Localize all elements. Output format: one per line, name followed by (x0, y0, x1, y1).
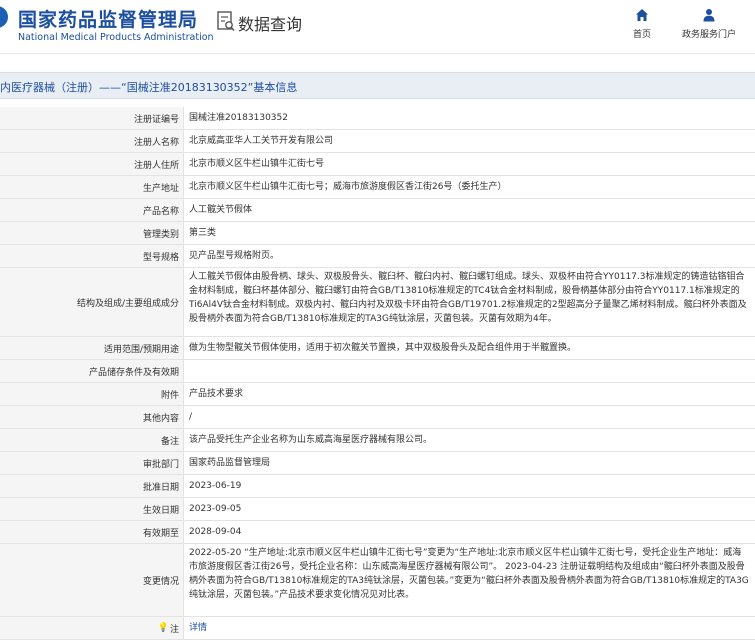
section-title: 内医疗器械（注册）——“国械注准20183130352”基本信息 (0, 81, 298, 94)
nav-service-portal-label: 政务服务门户 (681, 30, 736, 40)
section-title-bar: 内医疗器械（注册）——“国械注准20183130352”基本信息 (0, 72, 755, 99)
row-label: 结构及组成/主要组成成分 (0, 268, 184, 336)
row-value: 人工髋关节假体 (189, 199, 749, 221)
detail-row: 生效日期 2023-09-05 (0, 498, 755, 521)
details-link[interactable]: 详情 (189, 621, 207, 635)
row-value-text: 2023-06-19 (189, 481, 242, 491)
detail-row: 产品名称 人工髋关节假体 (0, 199, 755, 222)
row-label: 审批部门 (0, 452, 184, 474)
row-label: 批准日期 (0, 475, 184, 497)
row-value-text: 产品技术要求 (189, 389, 244, 399)
nav-home-label: 首页 (632, 30, 651, 40)
row-value: 北京市顺义区牛栏山镇牛汇街七号；威海市旅游度假区香江街26号（委托生产） (189, 176, 749, 198)
row-label: 管理类别 (0, 222, 184, 244)
row-value: / (189, 406, 749, 428)
detail-row: 备注 该产品受托生产企业名称为山东威高海星医疗器械有限公司。 (0, 429, 755, 452)
row-label: 注册人住所 (0, 153, 184, 175)
lightbulb-icon: 💡 (157, 623, 169, 633)
row-value-text: / (189, 412, 193, 422)
row-label: 附件 (0, 383, 184, 405)
row-label: 注册证编号 (0, 107, 184, 129)
detail-row: 结构及组成/主要组成成分 人工髋关节假体由股骨柄、球头、双极股骨头、髋臼杯、髋臼… (0, 268, 755, 337)
row-value-text: 做为生物型髋关节假体使用，适用于初次髋关节置换，其中双极股骨头及配合组件用于半髋… (189, 343, 577, 353)
row-value-text: 2022-05-20 “生产地址:北京市顺义区牛栏山镇牛汇街七号”变更为“生产地… (189, 548, 749, 600)
detail-row: 批准日期 2023-06-19 (0, 475, 755, 498)
row-value: 北京威高亚华人工关节开发有限公司 (189, 130, 749, 152)
row-label: 产品名称 (0, 199, 184, 221)
nmpa-emblem-icon (0, 6, 8, 28)
row-value-text: 2023-09-05 (189, 504, 242, 514)
row-value: 国械注准20183130352 (189, 107, 749, 129)
row-label: 其他内容 (0, 406, 184, 428)
detail-row: 附件 产品技术要求 (0, 383, 755, 406)
detail-row: 管理类别 第三类 (0, 222, 755, 245)
nav-home-link[interactable]: 首页 (627, 8, 657, 40)
row-value: 北京市顺义区牛栏山镇牛汇街七号 (189, 153, 749, 175)
detail-row: 其他内容 / (0, 406, 755, 429)
row-value-text: 国家药品监督管理局 (189, 458, 271, 468)
data-query-title: 数据查询 (238, 15, 303, 34)
row-value-text: 国械注准20183130352 (189, 113, 288, 123)
row-label-text: 注 (169, 624, 179, 635)
row-value-text: 2028-09-04 (189, 527, 242, 537)
row-value-text: 人工髋关节假体由股骨柄、球头、双极股骨头、髋臼杯、髋臼内衬、髋臼螺钉组成。球头、… (189, 272, 747, 324)
detail-row: 审批部门 国家药品监督管理局 (0, 452, 755, 475)
logo-chinese-name[interactable]: 国家药品监督管理局 (18, 5, 198, 32)
row-label: 备注 (0, 429, 184, 451)
row-value-text: 北京威高亚华人工关节开发有限公司 (189, 136, 334, 146)
row-value-text: 该产品受托生产企业名称为山东威高海星医疗器械有限公司。 (189, 435, 433, 445)
row-label: 💡 注 (0, 617, 184, 639)
detail-row: 💡 注 详情 (0, 617, 755, 640)
detail-row: 变更情况 2022-05-20 “生产地址:北京市顺义区牛栏山镇牛汇街七号”变更… (0, 544, 755, 617)
row-value: 人工髋关节假体由股骨柄、球头、双极股骨头、髋臼杯、髋臼内衬、髋臼螺钉组成。球头、… (189, 268, 749, 336)
row-label: 生产地址 (0, 176, 184, 198)
row-value: 见产品型号规格附页。 (189, 245, 749, 267)
row-value-text: 第三类 (189, 228, 217, 238)
home-icon (636, 9, 648, 21)
logo-english-name[interactable]: National Medical Products Administration (18, 32, 214, 43)
row-label: 变更情况 (0, 544, 184, 616)
row-value: 产品技术要求 (189, 383, 749, 405)
row-value (189, 360, 749, 382)
detail-row: 注册证编号 国械注准20183130352 (0, 107, 755, 130)
row-value: 2022-05-20 “生产地址:北京市顺义区牛栏山镇牛汇街七号”变更为“生产地… (189, 544, 749, 616)
row-label: 适用范围/预期用途 (0, 337, 184, 359)
row-value: 2028-09-04 (189, 521, 749, 543)
row-label: 有效期至 (0, 521, 184, 543)
detail-row: 产品储存条件及有效期 (0, 360, 755, 383)
row-value: 第三类 (189, 222, 749, 244)
site-header: 国家药品监督管理局 National Medical Products Admi… (0, 0, 755, 54)
detail-row: 注册人名称 北京威高亚华人工关节开发有限公司 (0, 130, 755, 153)
detail-row: 有效期至 2028-09-04 (0, 521, 755, 544)
row-value: 国家药品监督管理局 (189, 452, 749, 474)
row-value-text: 人工髋关节假体 (189, 205, 253, 215)
row-value: 2023-09-05 (189, 498, 749, 520)
user-icon (703, 9, 715, 22)
row-value-text: 北京市顺义区牛栏山镇牛汇街七号 (189, 159, 325, 169)
data-query-icon (217, 11, 235, 32)
row-label: 型号规格 (0, 245, 184, 267)
row-value: 2023-06-19 (189, 475, 749, 497)
row-label: 生效日期 (0, 498, 184, 520)
row-value: 该产品受托生产企业名称为山东威高海星医疗器械有限公司。 (189, 429, 749, 451)
detail-row: 适用范围/预期用途 做为生物型髋关节假体使用，适用于初次髋关节置换，其中双极股骨… (0, 337, 755, 360)
detail-row: 生产地址 北京市顺义区牛栏山镇牛汇街七号；威海市旅游度假区香江街26号（委托生产… (0, 176, 755, 199)
row-label: 注册人名称 (0, 130, 184, 152)
row-value: 详情 (189, 617, 749, 639)
nav-service-portal-link[interactable]: 政务服务门户 (678, 8, 740, 40)
row-value-text: 见产品型号规格附页。 (189, 251, 280, 261)
row-value-text: 北京市顺义区牛栏山镇牛汇街七号；威海市旅游度假区香江街26号（委托生产） (189, 182, 507, 192)
detail-row: 型号规格 见产品型号规格附页。 (0, 245, 755, 268)
detail-row: 注册人住所 北京市顺义区牛栏山镇牛汇街七号 (0, 153, 755, 176)
row-label: 产品储存条件及有效期 (0, 360, 184, 382)
row-value: 做为生物型髋关节假体使用，适用于初次髋关节置换，其中双极股骨头及配合组件用于半髋… (189, 337, 749, 359)
